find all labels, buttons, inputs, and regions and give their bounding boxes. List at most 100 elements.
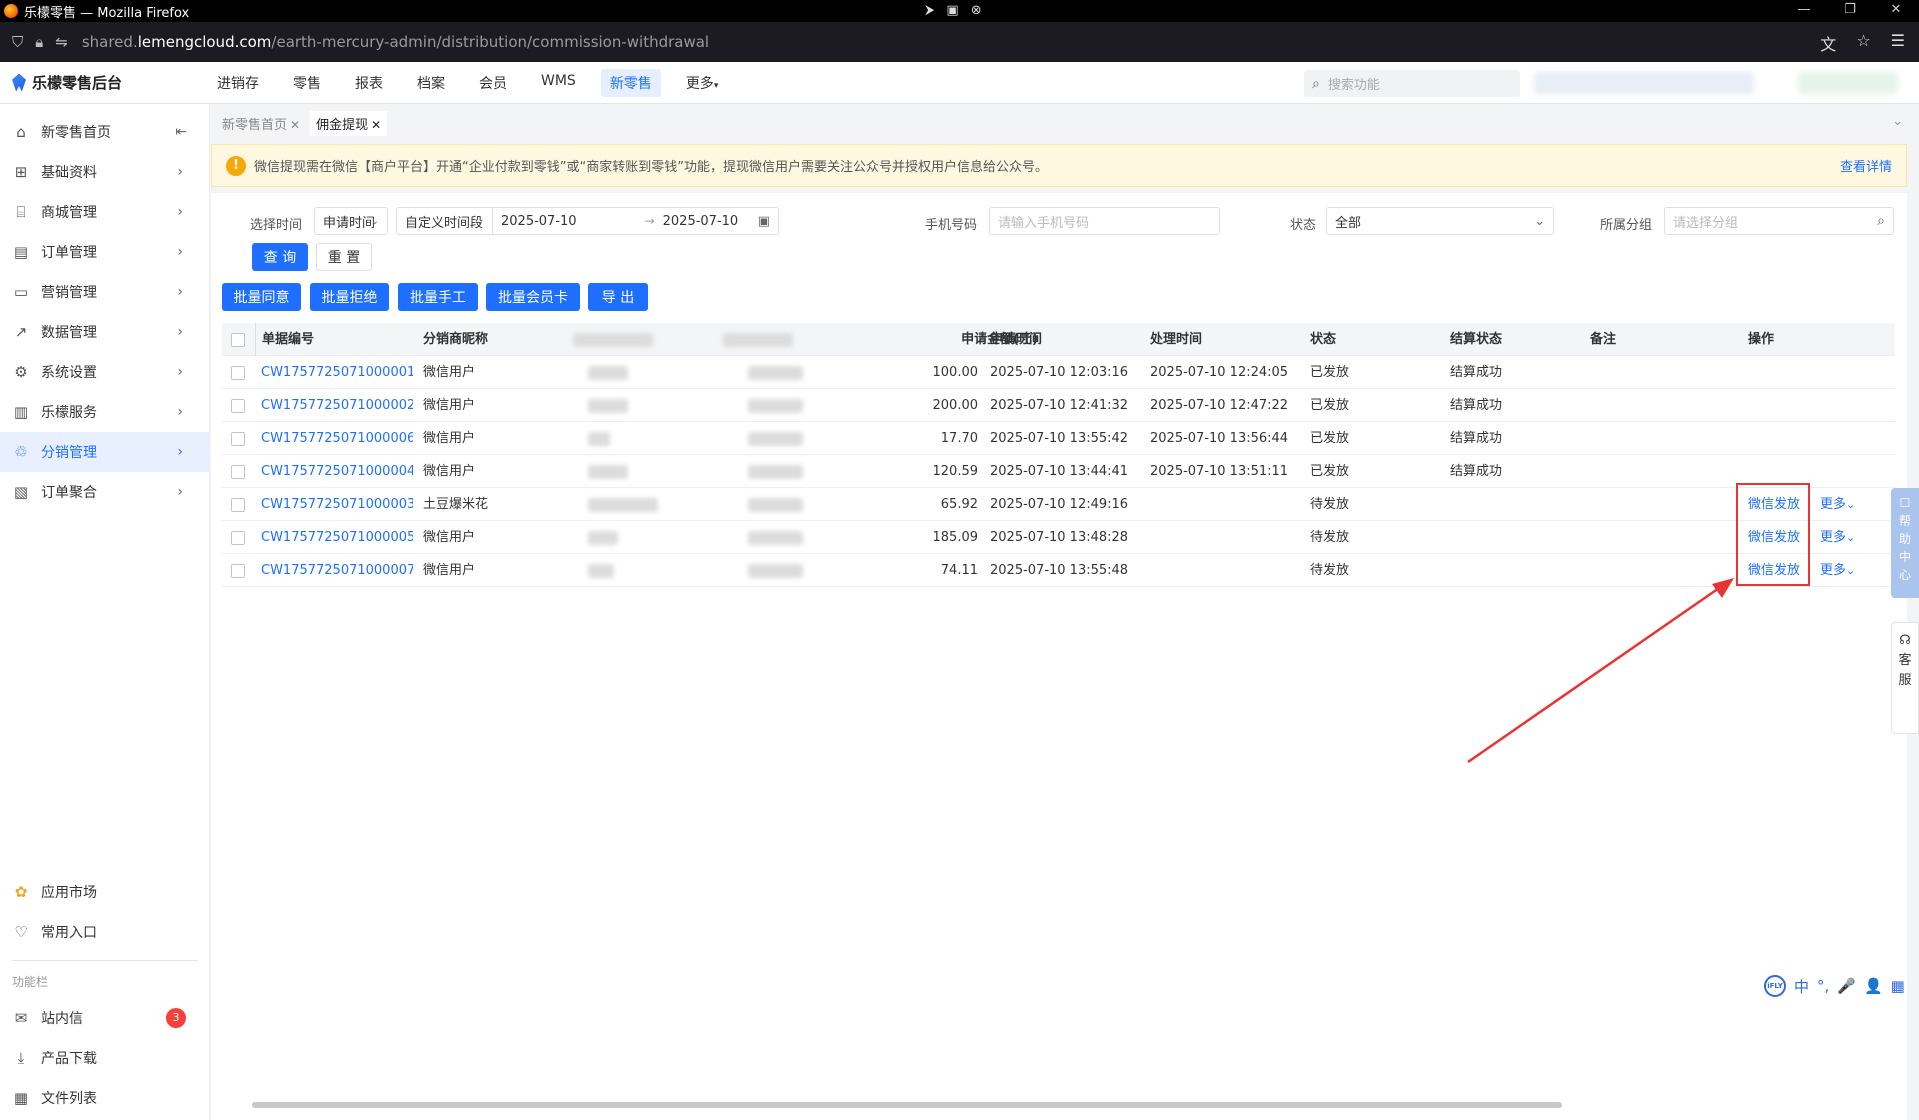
query-button[interactable]: 查 询 — [252, 243, 308, 271]
sidebar-item-app-market[interactable]: ✿ 应用市场 — [0, 872, 210, 912]
chart-board-icon: ▭ — [13, 283, 29, 301]
order-no-link[interactable]: CW1757725071000001 — [255, 356, 413, 389]
row-blurred — [582, 488, 702, 521]
restore-icon[interactable]: ❐ — [1827, 0, 1873, 22]
sidebar-item-label: 常用入口 — [41, 925, 97, 941]
browser-urlbar: ⛉ 🔒︎ ⇋ shared.lemengcloud.com/earth-merc… — [0, 22, 1919, 62]
sidebar-item-mall[interactable]: ⌸ 商城管理 › — [0, 192, 209, 232]
order-no-link[interactable]: CW1757725071000005 — [255, 521, 413, 554]
camera-indicator-icon[interactable]: ▣ — [946, 3, 958, 18]
order-no-link[interactable]: CW1757725071000007 — [255, 554, 413, 587]
batch-manual-button[interactable]: 批量手工 — [398, 283, 478, 311]
select-all-checkbox[interactable] — [231, 333, 245, 347]
minimize-icon[interactable]: — — [1781, 0, 1827, 22]
share-indicator-icon[interactable]: ⮞ — [925, 3, 934, 18]
time-type-select[interactable]: 申请时间 ⌄ — [314, 207, 388, 235]
order-no-link[interactable]: CW1757725071000004 — [255, 455, 413, 488]
customer-service-tab[interactable]: ☊ 客服 — [1891, 622, 1919, 734]
ime-punctuation-icon[interactable]: °, — [1817, 977, 1829, 995]
date-start[interactable]: 2025-07-10 — [501, 214, 577, 229]
sidebar-item-file-list[interactable]: ▦ 文件列表 — [0, 1078, 210, 1118]
view-details-link[interactable]: 查看详情 — [1840, 156, 1892, 175]
lock-icon[interactable]: 🔒︎ — [35, 33, 43, 51]
row-amount: 100.00 — [932, 365, 979, 380]
status-select[interactable]: 全部 ⌄ — [1326, 207, 1554, 235]
ifly-logo-icon[interactable]: iFLY — [1764, 975, 1786, 997]
function-search-placeholder: 搜索功能 — [1327, 78, 1380, 93]
microphone-icon[interactable]: 🎤 — [1837, 977, 1856, 995]
group-select[interactable]: 请选择分组 ⌕ — [1664, 207, 1894, 235]
sidebar-item-common-entry[interactable]: ♡ 常用入口 — [0, 912, 210, 952]
sidebar-item-order-aggregate[interactable]: ▧ 订单聚合 › — [0, 472, 209, 512]
sidebar-item-lemeng-service[interactable]: ▥ 乐檬服务 › — [0, 392, 209, 432]
batch-approve-button[interactable]: 批量同意 — [222, 283, 301, 311]
user-icon[interactable]: 👤 — [1864, 977, 1883, 995]
address-bar[interactable]: shared.lemengcloud.com/earth-mercury-adm… — [82, 33, 709, 51]
menu-retail[interactable]: 零售 — [284, 69, 330, 97]
date-end[interactable]: 2025-07-10 — [663, 214, 739, 229]
sidebar-item-distribution[interactable]: ♲ 分销管理 › — [0, 432, 209, 472]
row-checkbox[interactable] — [231, 465, 245, 479]
more-dropdown[interactable]: 更多⌄ — [1814, 521, 1874, 554]
sidebar-item-basic-data[interactable]: ⊞ 基础资料 › — [0, 152, 209, 192]
row-settle-status: 结算成功 — [1450, 464, 1503, 479]
function-search-input[interactable]: ⌕ 搜索功能 — [1304, 70, 1520, 97]
sidebar-item-data[interactable]: ↗ 数据管理 › — [0, 312, 209, 352]
more-dropdown[interactable]: 更多⌄ — [1814, 488, 1874, 521]
sidebar: ⌂ 新零售首页 ⇤ ⊞ 基础资料 › ⌸ 商城管理 › ▤ 订单管理 › ▭ 营… — [0, 104, 210, 1120]
brand-logo-icon — [12, 73, 26, 92]
row-checkbox[interactable] — [231, 399, 245, 413]
tab-commission-withdrawal[interactable]: 佣金提现 ✕ — [310, 110, 388, 136]
menu-inventory[interactable]: 进销存 — [208, 69, 268, 97]
menu-archive[interactable]: 档案 — [408, 69, 454, 97]
tab-new-retail-home[interactable]: 新零售首页 ✕ — [216, 110, 307, 136]
translate-icon[interactable]: 文 — [1820, 31, 1836, 55]
menu-wms[interactable]: WMS — [532, 69, 585, 97]
chevron-down-icon[interactable]: ⌄ — [1892, 114, 1903, 129]
menu-more[interactable]: 更多▾ — [677, 69, 728, 97]
warning-icon: ! — [226, 155, 246, 176]
phone-input[interactable]: 请输入手机号码 — [989, 207, 1220, 235]
page-settings-icon[interactable]: ⇋ — [55, 33, 68, 51]
stop-share-icon[interactable]: ⊗ — [971, 3, 982, 18]
order-aggregate-icon: ▧ — [13, 483, 29, 501]
sidebar-item-marketing[interactable]: ▭ 营销管理 › — [0, 272, 209, 312]
menu-member[interactable]: 会员 — [470, 69, 516, 97]
range-type-select[interactable]: 自定义时间段 ⌄ — [396, 207, 492, 235]
order-no-link[interactable]: CW1757725071000003 — [255, 488, 413, 521]
row-checkbox[interactable] — [231, 498, 245, 512]
horizontal-scrollbar[interactable] — [252, 1102, 1562, 1108]
shield-icon[interactable]: ⛉ — [12, 33, 23, 51]
close-icon[interactable]: ✕ — [1873, 0, 1919, 22]
row-blurred — [742, 521, 852, 554]
sidebar-item-settings[interactable]: ⚙ 系统设置 › — [0, 352, 209, 392]
help-center-tab[interactable]: ☐ 帮助中心 — [1891, 488, 1919, 598]
ime-chinese-mode[interactable]: 中 — [1794, 976, 1809, 997]
brand[interactable]: 乐檬零售后台 — [0, 72, 200, 93]
batch-member-card-button[interactable]: 批量会员卡 — [486, 283, 580, 311]
bookmark-star-icon[interactable]: ☆ — [1856, 31, 1870, 55]
sidebar-item-messages[interactable]: ✉ 站内信 3 — [0, 998, 210, 1038]
close-tab-icon[interactable]: ✕ — [371, 118, 381, 132]
date-range-picker[interactable]: 2025-07-10 → 2025-07-10 ▣ — [492, 207, 779, 235]
export-button[interactable]: 导 出 — [588, 283, 648, 311]
sidebar-item-orders[interactable]: ▤ 订单管理 › — [0, 232, 209, 272]
sidebar-item-new-retail-home[interactable]: ⌂ 新零售首页 ⇤ — [0, 112, 209, 152]
row-checkbox[interactable] — [231, 564, 245, 578]
row-checkbox[interactable] — [231, 531, 245, 545]
grid-menu-icon[interactable]: ▦ — [1891, 977, 1905, 995]
row-apply-time: 2025-07-10 12:41:32 — [990, 398, 1129, 413]
close-tab-icon[interactable]: ✕ — [290, 118, 300, 132]
order-no-link[interactable]: CW1757725071000002 — [255, 389, 413, 422]
collapse-sidebar-icon[interactable]: ⇤ — [175, 124, 187, 140]
menu-reports[interactable]: 报表 — [346, 69, 392, 97]
row-checkbox[interactable] — [231, 432, 245, 446]
menu-new-retail[interactable]: 新零售 — [600, 68, 661, 97]
order-no-link[interactable]: CW1757725071000006 — [255, 422, 413, 455]
more-dropdown[interactable]: 更多⌄ — [1814, 554, 1874, 587]
sidebar-item-downloads[interactable]: ⤓ 产品下载 — [0, 1038, 210, 1078]
reset-button[interactable]: 重 置 — [316, 243, 372, 271]
batch-reject-button[interactable]: 批量拒绝 — [310, 283, 389, 311]
row-checkbox[interactable] — [231, 366, 245, 380]
hamburger-menu-icon[interactable]: ☰ — [1891, 31, 1905, 55]
